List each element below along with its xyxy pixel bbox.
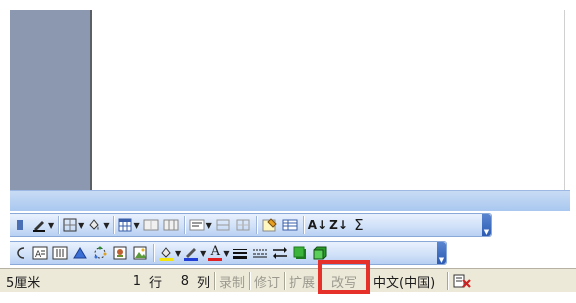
document-grey-background <box>10 10 90 190</box>
merge-cells-icon[interactable] <box>142 215 160 235</box>
status-extend[interactable]: 扩展 <box>285 271 319 291</box>
shading-bucket-icon[interactable]: ▼ <box>86 215 109 235</box>
autosum-label: Σ <box>354 216 364 234</box>
sort-descending-label: Z↓ <box>329 218 348 232</box>
status-language[interactable]: 中文(中国) <box>369 271 447 291</box>
toolbar-dock-background <box>10 190 570 211</box>
status-line-cell: 1 行 <box>120 271 166 291</box>
toolbar-separator <box>153 244 154 262</box>
sort-descending-icon[interactable]: Z↓ <box>329 215 348 235</box>
fill-color-icon[interactable]: ▼ <box>158 243 181 263</box>
pencil-line-icon[interactable]: ▼ <box>31 215 54 235</box>
status-record-label: 录制 <box>219 275 246 291</box>
bottom-margin <box>0 292 576 303</box>
split-cells-icon[interactable] <box>162 215 180 235</box>
status-column-label: 列 <box>196 275 210 291</box>
toolbar-options-icon[interactable]: ▼ <box>437 242 446 264</box>
status-track-changes[interactable]: 修订 <box>250 271 284 291</box>
table-properties-icon[interactable] <box>281 215 299 235</box>
table-autoformat-icon[interactable] <box>261 215 279 235</box>
toolbar-separator <box>302 216 304 234</box>
insert-picture-icon[interactable] <box>131 243 149 263</box>
status-column-cell: 8 列 <box>166 271 214 291</box>
autosum-icon[interactable]: Σ <box>350 215 368 235</box>
border-grid-icon[interactable]: ▼ <box>63 215 84 235</box>
line-style-icon[interactable] <box>231 243 249 263</box>
align-cell-icon[interactable]: ▼ <box>189 215 212 235</box>
overtype-highlight-box <box>318 260 370 294</box>
dash-style-icon[interactable] <box>251 243 269 263</box>
text-box-icon[interactable]: A <box>31 243 49 263</box>
font-color-swatch <box>208 257 223 261</box>
toolbar-separator <box>255 216 257 234</box>
status-track-changes-label: 修订 <box>254 275 281 291</box>
wordart-icon[interactable] <box>71 243 89 263</box>
distribute-rows-icon[interactable] <box>214 215 232 235</box>
toolbar-separator <box>113 216 115 234</box>
status-bar: 5厘米 1 行 8 列 录制 修订 扩展 改写 中文(中国) <box>0 268 576 293</box>
status-position-cell: 5厘米 <box>0 271 120 291</box>
line-color-icon[interactable]: ▼ <box>183 243 206 263</box>
toolbar-separator <box>183 216 185 234</box>
status-extend-label: 扩展 <box>289 275 316 291</box>
vertical-text-box-icon[interactable] <box>51 243 69 263</box>
drawing-toolbar: A ▼ ▼ A ▼ ▼ <box>10 241 447 265</box>
font-color-icon[interactable]: A ▼ <box>208 243 229 263</box>
sort-ascending-label: A↓ <box>307 218 328 232</box>
left-margin <box>0 0 10 195</box>
diagram-icon[interactable] <box>91 243 109 263</box>
word-window: ▼ ▼ ▼ ▼ ▼ A↓ Z↓ Σ ▼ A ▼ ▼ A ▼ ▼ 5厘米 1 行 … <box>0 0 576 303</box>
font-color-letter: A <box>210 243 220 259</box>
shadow-style-icon[interactable] <box>291 243 309 263</box>
distribute-columns-icon[interactable] <box>234 215 252 235</box>
spelling-status-icon[interactable] <box>448 271 476 291</box>
sort-ascending-icon[interactable]: A↓ <box>308 215 327 235</box>
status-line-value: 1 <box>132 273 141 289</box>
toolbar-options-icon[interactable]: ▼ <box>482 214 491 236</box>
status-record[interactable]: 录制 <box>215 271 249 291</box>
formatting-toolbar: ▼ ▼ ▼ ▼ ▼ A↓ Z↓ Σ ▼ <box>10 213 492 237</box>
status-column-value: 8 <box>180 273 189 289</box>
arrow-style-icon[interactable] <box>271 243 289 263</box>
clip-art-icon[interactable] <box>111 243 129 263</box>
status-line-label: 行 <box>148 275 162 291</box>
document-page[interactable] <box>92 10 565 190</box>
status-language-label: 中文(中国) <box>373 275 436 291</box>
toolbar-separator <box>58 216 60 234</box>
oval-icon[interactable] <box>11 243 29 263</box>
border-style-icon[interactable] <box>11 215 29 235</box>
insert-table-icon[interactable]: ▼ <box>118 215 140 235</box>
svg-text:A: A <box>35 250 42 260</box>
status-position: 5厘米 <box>6 275 41 291</box>
